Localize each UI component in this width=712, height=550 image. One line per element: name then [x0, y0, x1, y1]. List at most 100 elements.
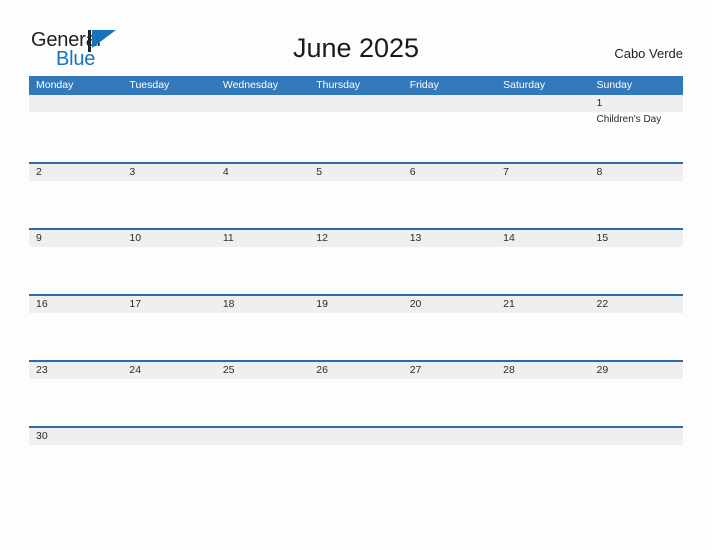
weekday-header-saturday: Saturday [503, 79, 546, 91]
day-cell[interactable] [589, 428, 683, 454]
weekday-header-sunday: Sunday [596, 79, 633, 91]
day-cell[interactable]: 27 [402, 362, 497, 426]
day-band [122, 164, 216, 181]
day-number: 26 [316, 364, 328, 376]
day-number: 6 [409, 166, 416, 178]
day-number: 15 [596, 232, 609, 244]
day-cell[interactable] [402, 95, 497, 162]
day-band [122, 428, 216, 445]
day-number: 3 [129, 166, 136, 178]
day-cell[interactable]: 2 [29, 164, 123, 228]
day-number: 1 [596, 97, 603, 109]
day-cell[interactable] [215, 95, 310, 162]
weekday-header-friday: Friday [409, 79, 439, 91]
day-cell[interactable] [29, 95, 123, 162]
day-cell[interactable]: 28 [496, 362, 590, 426]
day-number: 18 [222, 298, 235, 310]
day-band [309, 95, 403, 112]
day-cell[interactable]: 11 [215, 230, 310, 294]
day-band [589, 428, 683, 445]
day-cell[interactable]: 8 [589, 164, 683, 228]
day-number: 4 [222, 166, 229, 178]
day-cell[interactable] [309, 428, 403, 454]
day-cell[interactable]: 6 [402, 164, 497, 228]
day-band [496, 95, 590, 112]
day-cell[interactable]: 15 [589, 230, 683, 294]
day-band [402, 95, 497, 112]
day-cell[interactable]: 29 [589, 362, 683, 426]
day-cell[interactable]: 26 [309, 362, 403, 426]
day-cell[interactable]: 1 Children's Day [589, 95, 683, 162]
day-cell[interactable]: 30 [29, 428, 123, 454]
day-cell[interactable]: 22 [589, 296, 683, 360]
day-cell[interactable]: 24 [122, 362, 216, 426]
day-band [402, 164, 497, 181]
region-label: Cabo Verde [614, 46, 683, 61]
day-cell[interactable]: 3 [122, 164, 216, 228]
day-cell[interactable]: 14 [496, 230, 590, 294]
day-band [215, 95, 310, 112]
day-cell[interactable]: 25 [215, 362, 310, 426]
calendar-table: Monday Tuesday Wednesday Thursday Friday… [29, 76, 683, 454]
day-number: 25 [222, 364, 235, 376]
day-number: 28 [503, 364, 515, 376]
day-cell[interactable]: 18 [215, 296, 310, 360]
day-cell[interactable] [402, 428, 497, 454]
day-cell[interactable]: 23 [29, 362, 123, 426]
day-cell[interactable]: 7 [496, 164, 590, 228]
day-cell[interactable]: 21 [496, 296, 590, 360]
day-number: 9 [36, 232, 42, 244]
day-number: 29 [596, 364, 609, 376]
day-number: 30 [36, 430, 48, 442]
weekday-header-monday: Monday [36, 79, 74, 91]
week-row: 2 3 4 5 6 7 8 [29, 162, 683, 228]
day-number: 13 [409, 232, 422, 244]
day-number: 7 [503, 166, 509, 178]
day-cell[interactable] [215, 428, 310, 454]
day-cell[interactable]: 17 [122, 296, 216, 360]
day-band [496, 428, 590, 445]
day-band [589, 164, 683, 181]
day-number: 14 [503, 232, 515, 244]
week-row: 1 Children's Day [29, 95, 683, 162]
day-band [589, 95, 683, 112]
day-band [29, 95, 123, 112]
day-cell[interactable]: 19 [309, 296, 403, 360]
holiday-label: Children's Day [596, 114, 662, 125]
weekday-header-tuesday: Tuesday [129, 79, 170, 91]
day-number: 19 [316, 298, 328, 310]
day-cell[interactable]: 12 [309, 230, 403, 294]
page-title: June 2025 [292, 33, 420, 63]
day-cell[interactable] [122, 428, 216, 454]
day-band [402, 428, 497, 445]
day-cell[interactable]: 20 [402, 296, 497, 360]
week-row: 30 [29, 426, 683, 454]
day-cell[interactable] [496, 95, 590, 162]
day-band [309, 164, 403, 181]
day-number: 17 [129, 298, 142, 310]
day-number: 5 [316, 166, 323, 178]
day-number: 20 [409, 298, 422, 310]
day-band [29, 230, 123, 247]
week-row: 23 24 25 26 27 28 29 [29, 360, 683, 426]
day-number: 8 [596, 166, 603, 178]
day-cell[interactable]: 10 [122, 230, 216, 294]
page-header: General Blue June 2025 Cabo Verde [0, 0, 712, 76]
day-cell[interactable]: 4 [215, 164, 310, 228]
day-cell[interactable] [496, 428, 590, 454]
day-number: 12 [316, 232, 328, 244]
day-number: 10 [129, 232, 142, 244]
day-band [496, 164, 590, 181]
day-number: 24 [129, 364, 142, 376]
day-cell[interactable] [309, 95, 403, 162]
weekday-header-thursday: Thursday [316, 79, 361, 91]
day-number: 16 [36, 298, 48, 310]
day-cell[interactable]: 16 [29, 296, 123, 360]
day-cell[interactable]: 13 [402, 230, 497, 294]
day-cell[interactable] [122, 95, 216, 162]
day-cell[interactable]: 5 [309, 164, 403, 228]
day-cell[interactable]: 9 [29, 230, 123, 294]
day-band [29, 164, 123, 181]
day-number: 23 [36, 364, 48, 376]
weekday-header-row: Monday Tuesday Wednesday Thursday Friday… [29, 76, 683, 95]
